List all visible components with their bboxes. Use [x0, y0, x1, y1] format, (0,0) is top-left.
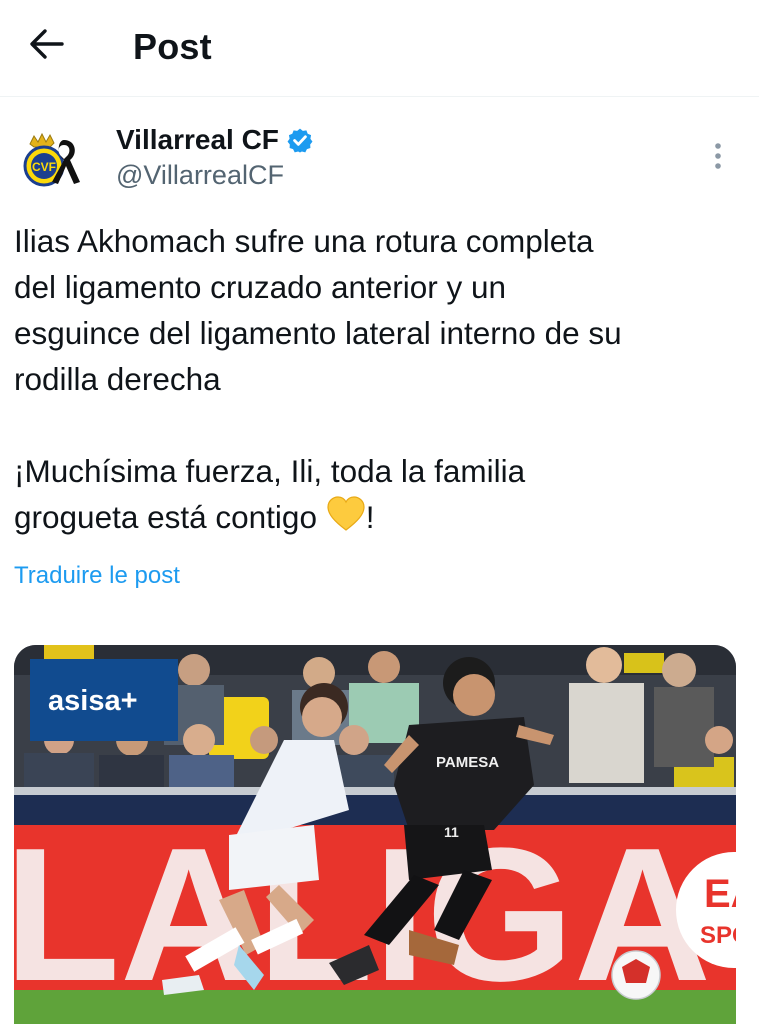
- post-paragraph-2: ¡Muchísima fuerza, Ili, toda la familia g…: [14, 448, 744, 540]
- match-photo: LALIGA EA SPO PAMESA 11 a: [14, 645, 736, 1024]
- ea-text: EA: [704, 872, 736, 916]
- translate-post-link[interactable]: Traduire le post: [14, 562, 180, 590]
- player-number: 11: [444, 824, 459, 840]
- yellow-heart-icon: [327, 496, 365, 531]
- arrow-left-icon: [30, 29, 64, 59]
- post-paragraph-1: Ilias Akhomach sufre una rotura completa…: [14, 223, 622, 397]
- sponsor-logo: asisa+: [48, 685, 138, 717]
- top-bar: Post: [0, 0, 759, 97]
- svg-text:CVF: CVF: [32, 160, 56, 174]
- sports-text: SPO: [700, 922, 736, 949]
- post-image[interactable]: LALIGA EA SPO PAMESA 11 a: [14, 645, 736, 1024]
- post-paragraph-2-line-1: ¡Muchísima fuerza, Ili, toda la familia: [14, 453, 526, 489]
- villarreal-crest-icon: CVF: [23, 132, 80, 187]
- verified-badge-icon: [287, 128, 313, 153]
- page-title: Post: [133, 26, 212, 67]
- author-handle[interactable]: @VillarrealCF: [116, 160, 284, 191]
- avatar[interactable]: CVF: [20, 130, 86, 196]
- back-button[interactable]: [22, 22, 70, 66]
- author-name[interactable]: Villarreal CF: [116, 124, 313, 156]
- post-paragraph-2-line-2: grogueta está contigo: [14, 499, 326, 535]
- board-text: LALIGA: [14, 809, 711, 1021]
- author-name-text: Villarreal CF: [116, 124, 279, 155]
- post-text: Ilias Akhomach sufre una rotura completa…: [14, 218, 744, 540]
- more-vertical-icon: [715, 143, 721, 169]
- post-paragraph-2-end: !: [365, 499, 375, 535]
- shirt-sponsor: PAMESA: [436, 754, 499, 771]
- more-options-button[interactable]: [700, 138, 736, 174]
- post-author: CVF Villarreal CF @VillarrealCF: [0, 110, 759, 200]
